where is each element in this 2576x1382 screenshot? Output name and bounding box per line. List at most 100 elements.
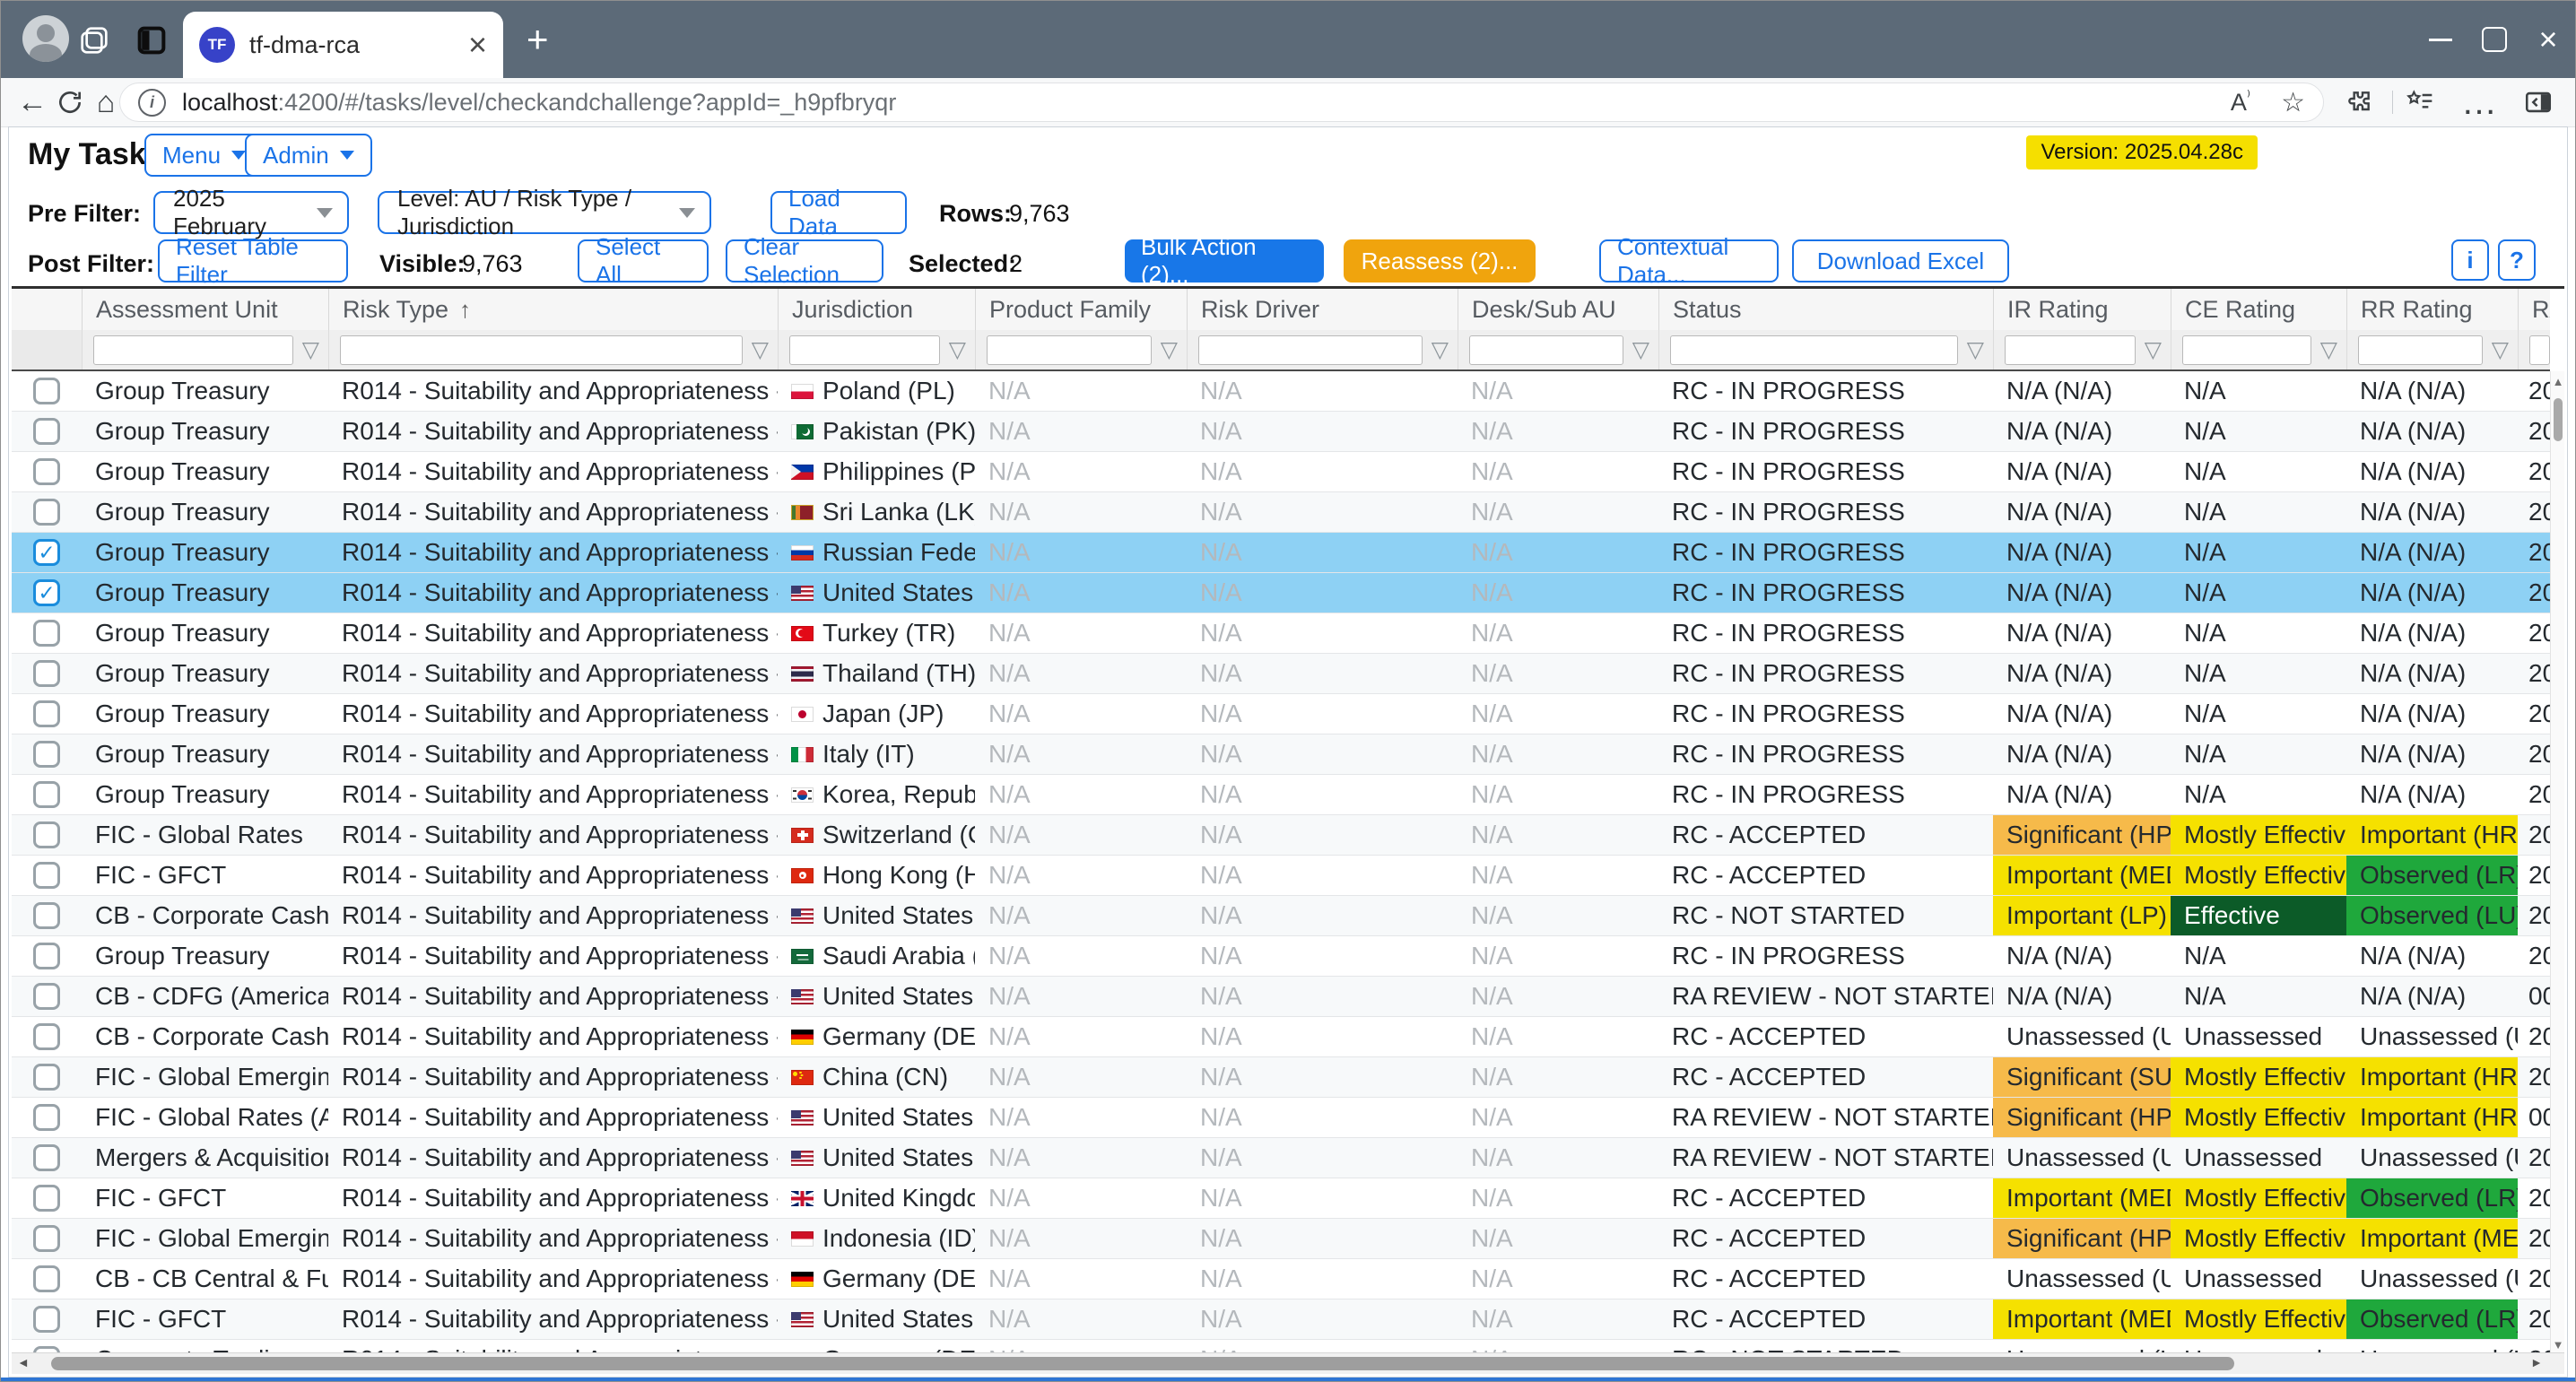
cell-desk-sub-au[interactable]: N/A [1458, 533, 1658, 572]
cell-risk-driver[interactable]: N/A [1187, 1057, 1458, 1097]
table-row[interactable]: FIC - Global RatesR014 - Suitability and… [12, 815, 2550, 856]
cell-ir-rating[interactable]: Significant (SU) [1993, 1057, 2171, 1097]
reload-icon[interactable] [51, 83, 89, 121]
extensions-puzzle-icon[interactable] [2340, 83, 2378, 121]
cell-risk-driver[interactable]: N/A [1187, 1017, 1458, 1056]
cell-ra-last[interactable]: 20 [2518, 533, 2550, 572]
filter-funnel-icon[interactable]: ▽ [1967, 336, 1984, 363]
cell-risk-type[interactable]: R014 - Suitability and Appropriateness -… [328, 412, 778, 451]
column-header-risk-type[interactable]: Risk Type↑ [328, 289, 778, 330]
table-row[interactable]: FIC - Global Emerging MarketsR014 - Suit… [12, 1219, 2550, 1259]
row-checkbox-cell[interactable] [12, 1219, 82, 1258]
cell-risk-driver[interactable]: N/A [1187, 977, 1458, 1016]
cell-status[interactable]: RC - ACCEPTED [1658, 1178, 1993, 1218]
cell-ra-last[interactable]: 20 [2518, 694, 2550, 734]
row-checkbox[interactable] [33, 943, 60, 969]
table-row[interactable]: Mergers & Acquisitions (M&...R014 - Suit… [12, 1138, 2550, 1178]
cell-ir-rating[interactable]: Unassessed (U) [1993, 1259, 2171, 1299]
cell-ra-last[interactable]: 20 [2518, 734, 2550, 774]
jurisdiction-label[interactable]: United States of ... [822, 578, 975, 607]
cell-product-family[interactable]: N/A [975, 896, 1187, 935]
cell-product-family[interactable]: N/A [975, 1057, 1187, 1097]
row-checkbox-cell[interactable] [12, 896, 82, 935]
row-checkbox[interactable] [33, 1064, 60, 1091]
cell-risk-type[interactable]: R014 - Suitability and Appropriateness -… [328, 815, 778, 855]
cell-product-family[interactable]: N/A [975, 613, 1187, 653]
new-tab-button[interactable]: + [527, 21, 549, 58]
help-button[interactable]: ? [2498, 239, 2536, 281]
cell-ir-rating[interactable]: Significant (HP) [1993, 1098, 2171, 1137]
jurisdiction-label[interactable]: China (CN) [822, 1063, 948, 1091]
cell-ir-rating[interactable]: N/A (N/A) [1993, 613, 2171, 653]
cell-product-family[interactable]: N/A [975, 492, 1187, 532]
cell-desk-sub-au[interactable]: N/A [1458, 573, 1658, 613]
cell-risk-driver[interactable]: N/A [1187, 1178, 1458, 1218]
cell-rr-rating[interactable]: Important (HR) [2346, 1057, 2518, 1097]
cell-status[interactable]: RC - ACCEPTED [1658, 856, 1993, 895]
filter-input-desk-sub-au[interactable] [1469, 335, 1623, 365]
cell-risk-type[interactable]: R014 - Suitability and Appropriateness -… [328, 1259, 778, 1299]
cell-assessment-unit[interactable]: Group Treasury [82, 734, 328, 774]
cell-ir-rating[interactable]: N/A (N/A) [1993, 452, 2171, 491]
jurisdiction-label[interactable]: Japan (JP) [822, 700, 944, 728]
table-row[interactable]: Group TreasuryR014 - Suitability and App… [12, 613, 2550, 654]
cell-ir-rating[interactable]: N/A (N/A) [1993, 533, 2171, 572]
filter-funnel-icon[interactable]: ▽ [2320, 336, 2337, 363]
flag-icon-cn[interactable] [791, 1070, 814, 1085]
column-header-label[interactable]: Status [1673, 296, 1742, 324]
filter-input-jurisdiction[interactable] [789, 335, 940, 365]
flag-icon-kr[interactable] [791, 787, 814, 803]
cell-status[interactable]: RC - IN PROGRESS [1658, 573, 1993, 613]
cell-rr-rating[interactable]: Observed (LR) [2346, 1178, 2518, 1218]
favorite-star-icon[interactable]: ☆ [2281, 87, 2305, 118]
cell-desk-sub-au[interactable]: N/A [1458, 654, 1658, 693]
cell-ce-rating[interactable]: N/A [2171, 371, 2346, 411]
cell-status[interactable]: RC - ACCEPTED [1658, 815, 1993, 855]
row-checkbox-cell[interactable] [12, 1098, 82, 1137]
row-checkbox-cell[interactable] [12, 1178, 82, 1218]
cell-ra-last[interactable]: 20 [2518, 452, 2550, 491]
cell-jurisdiction[interactable]: United States of ... [778, 573, 975, 613]
cell-assessment-unit[interactable]: FIC - Global Emerging Markets [82, 1219, 328, 1258]
cell-ir-rating[interactable]: Unassessed (U) [1993, 1017, 2171, 1056]
row-checkbox-cell[interactable] [12, 775, 82, 814]
cell-assessment-unit[interactable]: CB - Corporate Cash Manage... [82, 896, 328, 935]
cell-desk-sub-au[interactable]: N/A [1458, 1057, 1658, 1097]
cell-assessment-unit[interactable]: FIC - GFCT [82, 1299, 328, 1339]
row-checkbox-cell[interactable] [12, 694, 82, 734]
cell-ra-last[interactable]: 20 [2518, 856, 2550, 895]
row-checkbox[interactable] [33, 1185, 60, 1212]
flag-icon-ru[interactable] [791, 545, 814, 561]
cell-ir-rating[interactable]: N/A (N/A) [1993, 371, 2171, 411]
cell-rr-rating[interactable]: Important (HR) [2346, 815, 2518, 855]
cell-desk-sub-au[interactable]: N/A [1458, 694, 1658, 734]
jurisdiction-label[interactable]: Indonesia (ID) [822, 1224, 975, 1253]
cell-ce-rating[interactable]: Mostly Effective [2171, 1178, 2346, 1218]
cell-risk-driver[interactable]: N/A [1187, 694, 1458, 734]
download-excel-button[interactable]: Download Excel [1792, 239, 2009, 282]
column-header-label[interactable]: Jurisdiction [792, 296, 913, 324]
cell-rr-rating[interactable]: N/A (N/A) [2346, 492, 2518, 532]
filter-cell-desk-sub-au[interactable]: ▽ [1458, 330, 1658, 369]
filter-input-risk-type[interactable] [340, 335, 743, 365]
table-row[interactable]: Group TreasuryR014 - Suitability and App… [12, 573, 2550, 613]
cell-assessment-unit[interactable]: Group Treasury [82, 492, 328, 532]
cell-jurisdiction[interactable]: Korea, Republic ... [778, 775, 975, 814]
cell-status[interactable]: RC - NOT STARTED [1658, 896, 1993, 935]
cell-risk-driver[interactable]: N/A [1187, 1259, 1458, 1299]
cell-ir-rating[interactable]: Important (MEDU) [1993, 1178, 2171, 1218]
cell-status[interactable]: RA REVIEW - NOT STARTED [1658, 1138, 1993, 1178]
cell-status[interactable]: RC - IN PROGRESS [1658, 533, 1993, 572]
window-minimize-button[interactable] [2414, 1, 2467, 78]
cell-risk-type[interactable]: R014 - Suitability and Appropriateness -… [328, 734, 778, 774]
cell-ir-rating[interactable]: N/A (N/A) [1993, 412, 2171, 451]
cell-assessment-unit[interactable]: CB - CDFG (Americas) [82, 977, 328, 1016]
row-checkbox-cell[interactable] [12, 573, 82, 613]
cell-ce-rating[interactable]: Mostly Effective [2171, 856, 2346, 895]
cell-product-family[interactable]: N/A [975, 936, 1187, 976]
cell-risk-driver[interactable]: N/A [1187, 1138, 1458, 1178]
cell-ce-rating[interactable]: Mostly Effective [2171, 815, 2346, 855]
jurisdiction-label[interactable]: Poland (PL) [822, 377, 955, 405]
cell-product-family[interactable]: N/A [975, 734, 1187, 774]
cell-ra-last[interactable]: 20 [2518, 1017, 2550, 1056]
